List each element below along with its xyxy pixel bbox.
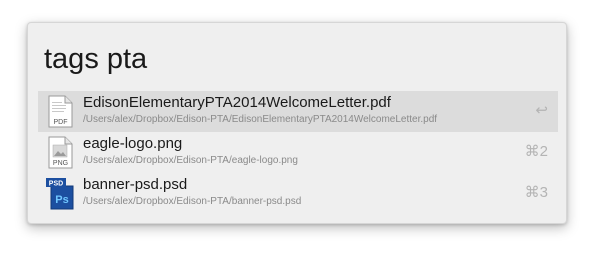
- shortcut-hint: ⌘2: [524, 143, 548, 160]
- result-item[interactable]: PNG eagle-logo.png /Users/alex/Dropbox/E…: [38, 132, 558, 173]
- ps-icon-label: Ps: [55, 194, 68, 206]
- result-path: /Users/alex/Dropbox/Edison-PTA/banner-ps…: [83, 196, 302, 207]
- result-title: banner-psd.psd: [83, 176, 188, 193]
- photoshop-file-icon: PSD Ps: [46, 178, 74, 210]
- search-input[interactable]: [44, 41, 544, 77]
- result-title: EdisonElementaryPTA2014WelcomeLetter.pdf: [83, 94, 391, 111]
- result-path: /Users/alex/Dropbox/Edison-PTA/eagle-log…: [83, 155, 298, 166]
- return-key-hint: ↩: [535, 102, 548, 119]
- results-list: PDF EdisonElementaryPTA2014WelcomeLetter…: [38, 91, 558, 214]
- shortcut-hint: ⌘3: [524, 184, 548, 201]
- pdf-file-icon: PDF: [48, 95, 73, 128]
- launcher-window: PDF EdisonElementaryPTA2014WelcomeLetter…: [27, 22, 567, 224]
- png-icon-label: PNG: [53, 160, 68, 167]
- png-file-icon: PNG: [48, 136, 73, 169]
- psd-icon-label: PSD: [49, 181, 63, 188]
- result-item[interactable]: PSD Ps banner-psd.psd /Users/alex/Dropbo…: [38, 173, 558, 214]
- result-path: /Users/alex/Dropbox/Edison-PTA/EdisonEle…: [83, 114, 438, 125]
- result-item[interactable]: PDF EdisonElementaryPTA2014WelcomeLetter…: [38, 91, 558, 132]
- result-title: eagle-logo.png: [83, 135, 183, 152]
- pdf-icon-label: PDF: [54, 119, 68, 126]
